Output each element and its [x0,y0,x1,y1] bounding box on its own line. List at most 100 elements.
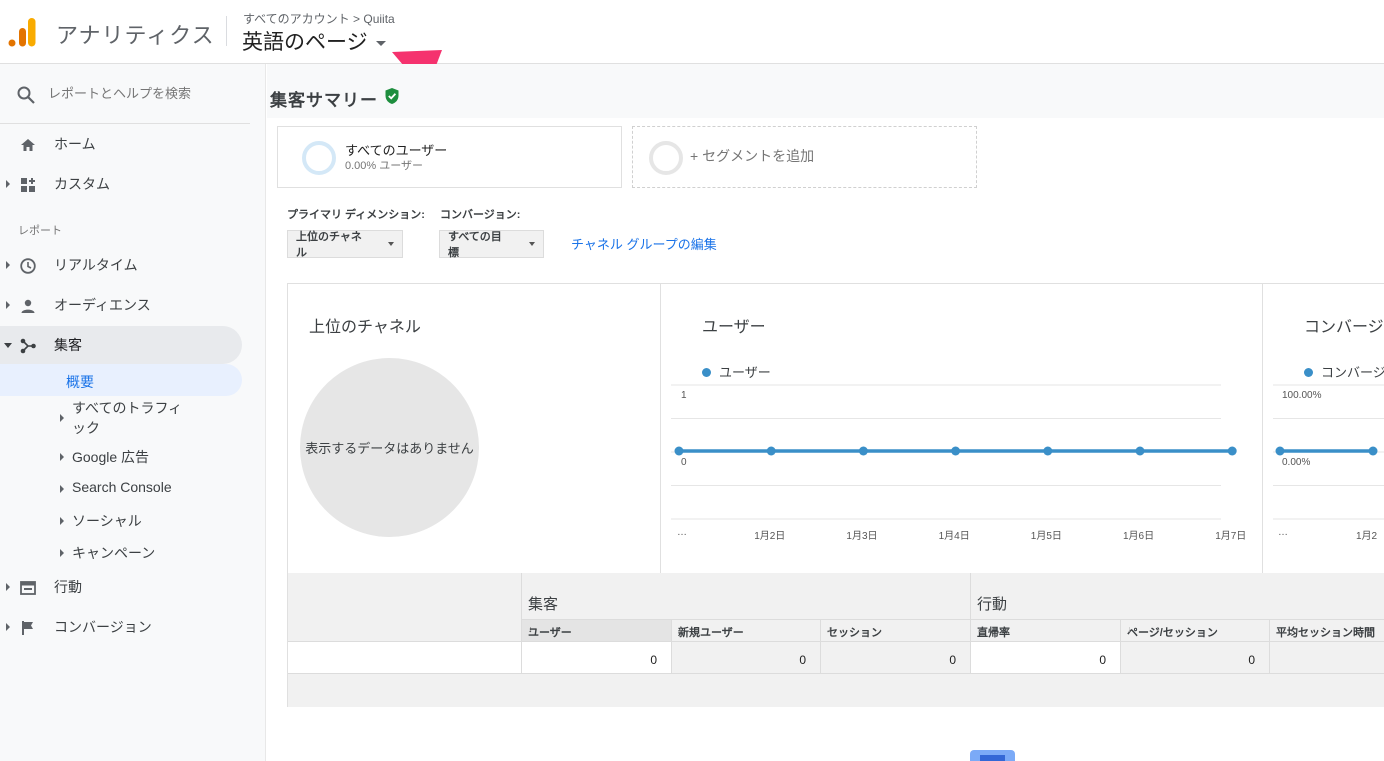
expand-arrow-icon [6,261,10,269]
summary-table: 集客 行動 ユーザー ↓ 新規ユーザー ↓ セッション ↓ 直帰率 ↓ ページ/セッショ… [287,573,1384,707]
sidebar-item-custom[interactable]: カスタム [0,165,242,203]
sidebar-item-home[interactable]: ホーム [0,125,242,163]
segment-ring-icon [649,141,683,175]
app-title: アナリティクス [56,23,215,48]
data-point[interactable] [858,446,868,456]
caret-down-icon [375,40,386,46]
add-segment-button[interactable]: + セグメントを追加 [632,126,977,188]
home-icon [21,139,35,151]
sidebar-subitem-label-cont: ック [72,420,100,436]
data-point[interactable] [1275,446,1285,456]
expand-arrow-icon [60,414,64,422]
data-point[interactable] [1135,446,1145,456]
column-header-new-users[interactable]: 新規ユーザー ↓ [671,619,820,641]
sidebar-item-label: 集客 [54,337,82,353]
sidebar-subitem-social[interactable]: ソーシャル [0,511,242,531]
sidebar-item-label: リアルタイム [54,257,138,273]
analytics-logo-icon[interactable] [8,16,38,48]
sidebar-item-behavior[interactable]: 行動 [0,568,242,606]
column-header-pages-per-session[interactable]: ページ/セッション ↓ [1120,619,1269,641]
segment-ring-icon [302,141,336,175]
group-label: 集客 [528,596,559,613]
x-axis-tick-label: 1月7日 [1215,531,1247,542]
column-header-sessions[interactable]: セッション ↓ [820,619,970,641]
segment-percentage: 0.00% ユーザー [345,160,424,172]
sidebar-item-label: カスタム [54,176,110,192]
expand-arrow-icon [60,517,64,525]
sidebar-subitem-label: Search Console [72,479,172,495]
sidebar-subitem-all-traffic[interactable]: すべてのトラフィ ック [0,398,242,438]
clock-icon [20,258,36,274]
breadcrumb[interactable]: すべてのアカウント > Quiita [243,10,395,27]
sidebar: ホーム カスタム レポート リアルタイム オーディエンス 集客 概要 すべてのト… [0,64,266,761]
table-cell-avg-session-duration [1269,641,1384,673]
sort-arrow-icon: ↓ [977,624,982,634]
conversion-dropdown[interactable]: すべての目標 [439,230,544,259]
add-segment-label: + セグメントを追加 [690,148,815,164]
x-axis-tick-label: … [677,527,687,538]
data-point[interactable] [1227,446,1237,456]
chart-title: コンバージ [1304,319,1384,336]
data-point[interactable] [766,446,776,456]
caret-down-icon [388,242,394,246]
empty-pie-chart: 表示するデータはありません [300,358,479,537]
chart-title: 上位のチャネル [309,319,421,336]
segment-all-users[interactable]: すべてのユーザー 0.00% ユーザー [277,126,622,188]
data-point[interactable] [1368,446,1378,456]
legend-label: ユーザー [719,365,771,380]
property-selector[interactable]: 英語のページ [242,26,386,56]
table-cell-sessions: 0 [820,641,970,673]
expand-arrow-icon [6,301,10,309]
table-cell-dimension [288,641,521,673]
sort-arrow-icon: ↓ [1127,624,1132,634]
conversion-chart: コンバージ コンバージ 100.00% 0.00% … 1月2 [1263,284,1384,574]
sidebar-item-acquisition[interactable]: 集客 [0,326,242,364]
chart-legend: コンバージ [1304,362,1384,381]
sidebar-item-realtime[interactable]: リアルタイム [0,246,242,284]
column-header-bounce-rate[interactable]: 直帰率 ↓ [970,619,1120,641]
x-axis-tick-label: 1月6日 [1123,531,1155,542]
expand-arrow-icon [60,453,64,461]
data-point[interactable] [951,446,961,456]
group-label: 行動 [977,596,1008,613]
expand-arrow-icon [60,549,64,557]
charts-row: 上位のチャネル 表示するデータはありません ユーザー ユーザー 1 0 … 1月2… [287,283,1384,574]
acquisition-icon [20,338,36,354]
users-line-plot[interactable] [671,384,1241,524]
scroll-to-top-button[interactable] [970,750,1015,761]
sidebar-subitem-search-console[interactable]: Search Console [0,479,242,499]
sidebar-subitem-google-ads[interactable]: Google 広告 [0,447,242,467]
sidebar-subitem-label: すべてのトラフィ [72,400,183,416]
top-bar: アナリティクス すべてのアカウント > Quiita 英語のページ [0,0,1384,105]
no-data-message: 表示するデータはありません [305,441,474,456]
legend-label: コンバージ [1321,365,1384,380]
edit-channel-group-link[interactable]: チャネル グループの編集 [571,234,717,253]
sort-arrow-icon: ↓ [827,624,832,634]
data-point[interactable] [674,446,684,456]
collapse-arrow-icon [4,342,12,348]
expand-arrow-icon [6,583,10,591]
sidebar-subitem-label: ソーシャル [72,513,142,529]
sidebar-subitem-label: キャンペーン [72,545,156,561]
sidebar-subitem-campaigns[interactable]: キャンペーン [0,543,242,563]
flag-icon [22,621,33,635]
conversion-line-plot[interactable] [1273,384,1384,524]
primary-dimension-dropdown[interactable]: 上位のチャネル [287,230,403,259]
table-group-behavior: 行動 [970,573,1384,619]
sidebar-item-audience[interactable]: オーディエンス [0,286,242,324]
column-header-users[interactable]: ユーザー ↓ [521,619,671,641]
sidebar-subitem-overview[interactable]: 概要 [0,364,242,396]
top-channels-chart: 上位のチャネル 表示するデータはありません [288,284,661,574]
main-content: 集客サマリー すべてのユーザー 0.00% ユーザー + セグメントを追加 プラ… [267,64,1384,761]
x-axis-tick-label: 1月4日 [938,531,970,542]
behavior-icon [20,581,36,595]
search-input[interactable] [48,80,238,106]
page-title: 集客サマリー [270,91,378,110]
data-point[interactable] [1043,446,1053,456]
verified-shield-icon [385,88,399,104]
sidebar-item-label: コンバージョン [54,619,152,635]
column-header-avg-session-duration[interactable]: 平均セッション時間 [1269,619,1384,641]
sidebar-item-label: 行動 [54,579,82,595]
expand-arrow-icon [6,623,10,631]
sidebar-item-conversions[interactable]: コンバージョン [0,608,242,646]
